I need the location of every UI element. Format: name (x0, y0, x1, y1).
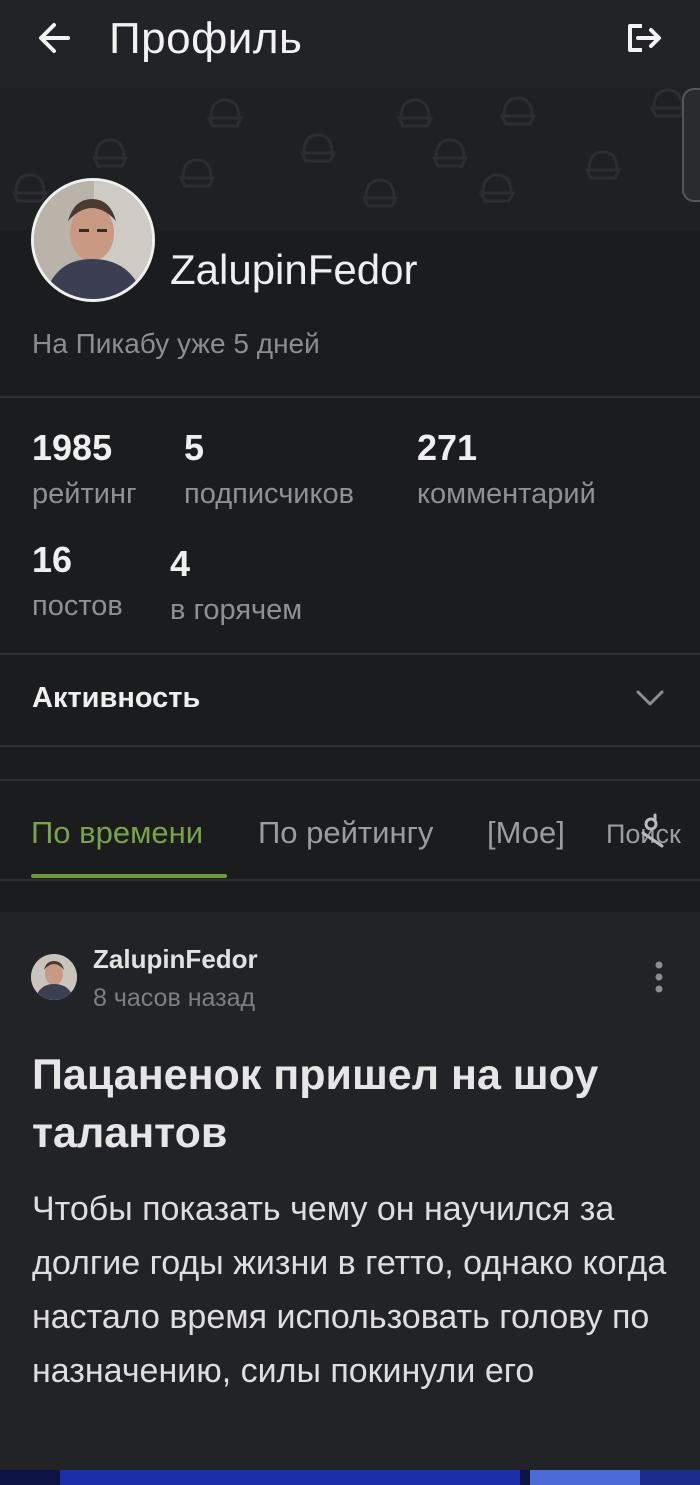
stat-value: 4 (170, 543, 191, 584)
profile-header: ZalupinFedor На Пикабу уже 5 дней (0, 178, 700, 396)
stat-posts[interactable]: 16 постов (32, 540, 123, 624)
stat-value: 16 (32, 539, 73, 580)
stat-comments[interactable]: 271 комментарий (417, 428, 596, 512)
post-media-preview[interactable] (0, 1470, 700, 1485)
active-tab-indicator (31, 874, 227, 878)
video-thumbnail (0, 1470, 700, 1485)
stat-label: в горячем (170, 594, 303, 626)
profile-stats: 1985 рейтинг 5 подписчиков 271 комментар… (0, 398, 700, 653)
stat-hot[interactable]: 4 в горячем (170, 544, 302, 628)
logout-icon (628, 24, 661, 52)
post-author[interactable]: ZalupinFedor (93, 944, 258, 975)
stat-label: постов (32, 590, 123, 622)
post-title[interactable]: Пацаненок пришел на шоу талантов (32, 1046, 682, 1162)
member-since-text: На Пикабу уже 5 дней (32, 328, 320, 359)
tab-by-time[interactable]: По времени (31, 815, 203, 851)
tab-mine[interactable]: [Мое] (487, 815, 565, 851)
post-time: 8 часов назад (93, 984, 256, 1012)
stat-value: 271 (417, 427, 478, 468)
stat-label: подписчиков (184, 478, 355, 510)
post-author-avatar[interactable] (31, 954, 77, 1000)
search-icon[interactable] (640, 811, 670, 851)
more-options-icon[interactable] (648, 958, 670, 998)
avatar[interactable] (31, 178, 155, 302)
logout-button[interactable] (622, 20, 666, 56)
divider (0, 879, 700, 881)
profile-username: ZalupinFedor (170, 246, 418, 293)
back-button[interactable] (34, 20, 78, 56)
avatar-image (31, 954, 77, 1000)
post-sort-tabs: По времени По рейтингу [Мое] Поиск (0, 781, 700, 879)
top-app-bar: Профиль (0, 0, 700, 88)
arrow-left-icon (39, 23, 70, 53)
tab-by-rating[interactable]: По рейтингу (258, 815, 433, 851)
post-card[interactable]: ZalupinFedor 8 часов назад Пацаненок при… (0, 912, 700, 1485)
stat-value: 5 (184, 427, 205, 468)
stat-rating: 1985 рейтинг (32, 428, 137, 512)
activity-expander[interactable]: Активность (0, 655, 700, 745)
stat-subscribers[interactable]: 5 подписчиков (184, 428, 354, 512)
cover-scroll-handle[interactable] (682, 88, 700, 202)
stat-label: комментарий (417, 478, 596, 510)
section-gap (0, 747, 700, 779)
activity-label: Активность (32, 682, 201, 714)
avatar-image (34, 181, 152, 299)
chevron-down-icon (636, 690, 664, 706)
post-body: Чтобы показать чему он научился за долги… (32, 1190, 667, 1390)
page-title: Профиль (109, 14, 303, 63)
stat-value: 1985 (32, 427, 113, 468)
stat-label: рейтинг (32, 478, 137, 510)
